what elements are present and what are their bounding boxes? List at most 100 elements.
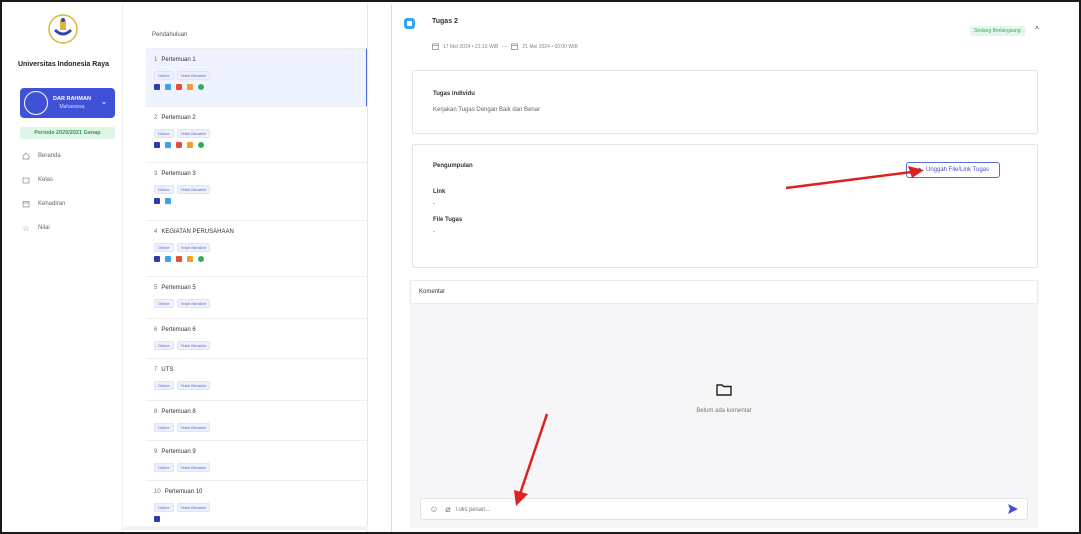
meeting-number: 7: [154, 367, 158, 373]
meeting-item-5[interactable]: 5 Pertemuan 5 Online Telah Berakhir: [146, 276, 367, 318]
sidebar-item-nilai[interactable]: ☆ Nilai: [22, 222, 50, 234]
comment-input-bar: ☺ ⌀: [420, 498, 1028, 520]
chevron-up-icon[interactable]: ^: [1032, 25, 1042, 35]
quiz-icon[interactable]: [176, 256, 182, 262]
file-label: File Tugas: [433, 217, 463, 223]
online-badge: Online: [154, 299, 174, 308]
finished-badge: Telah Berakhir: [176, 341, 211, 350]
assignment-icon[interactable]: [187, 256, 193, 262]
meeting-title: UTS: [161, 367, 174, 373]
period-badge: Periode 2020/2021 Genap: [20, 127, 115, 139]
horizontal-scrollbar[interactable]: [124, 526, 368, 530]
star-icon: ☆: [22, 223, 30, 233]
message-input[interactable]: [455, 503, 975, 516]
meeting-title: Pertemuan 1: [161, 57, 196, 63]
meeting-item-2[interactable]: 2 Pertemuan 2 Online Telah Berakhir: [146, 106, 367, 162]
home-icon: [22, 152, 30, 160]
quiz-icon[interactable]: [176, 142, 182, 148]
quiz-icon[interactable]: [176, 84, 182, 90]
meeting-item-6[interactable]: 6 Pertemuan 6 Online Telah Berakhir: [146, 318, 367, 358]
meeting-number: 6: [154, 327, 158, 333]
finished-badge: Telah Berakhir: [176, 299, 211, 308]
meeting-title: KEGIATAN PERUSAHAAN: [161, 229, 234, 235]
chat-icon[interactable]: [198, 142, 204, 148]
upload-task-button[interactable]: ⬆ Unggah File/Link Tugas: [906, 162, 1000, 178]
finished-badge: Telah Berakhir: [176, 185, 211, 194]
meeting-list-header: Pendahuluan: [152, 32, 188, 38]
online-badge: Online: [154, 463, 174, 472]
meeting-title: Pertemuan 6: [161, 327, 196, 333]
empty-comments-text: Belum ada komentar: [696, 408, 752, 414]
user-menu[interactable]: DAR RAHMAN Mahasiswa ⌄: [20, 88, 115, 118]
upload-icon: ⬆: [916, 167, 922, 174]
sidebar-item-label: Kehadiran: [38, 201, 66, 207]
chat-icon[interactable]: [198, 256, 204, 262]
meeting-number: 5: [154, 285, 158, 291]
calendar-icon: [432, 43, 439, 50]
online-badge: Online: [154, 341, 174, 350]
assignment-icon[interactable]: [187, 142, 193, 148]
meeting-number: 2: [154, 115, 158, 121]
meeting-item-7[interactable]: 7 UTS Online Telah Berakhir: [146, 358, 367, 400]
meeting-item-8[interactable]: 8 Pertemuan 8 Online Telah Berakhir: [146, 400, 367, 440]
upload-button-label: Unggah File/Link Tugas: [925, 167, 990, 173]
sidebar: Universitas Indonesia Raya DAR RAHMAN Ma…: [4, 4, 123, 532]
document-icon[interactable]: [165, 198, 171, 204]
meeting-title: Pertemuan 5: [161, 285, 196, 291]
book-icon[interactable]: [154, 84, 160, 90]
online-badge: Online: [154, 381, 174, 390]
document-icon[interactable]: [165, 142, 171, 148]
user-name: DAR RAHMAN: [53, 96, 91, 102]
sidebar-item-kelas[interactable]: Kelas: [22, 174, 53, 186]
document-icon[interactable]: [165, 256, 171, 262]
meeting-title: Pertemuan 8: [161, 409, 196, 415]
attachment-icon[interactable]: ⌀: [443, 504, 453, 514]
task-end: 21 Mei 2024 • 00:00 WIB: [522, 43, 578, 50]
calendar-icon: [511, 43, 519, 50]
university-name: Universitas Indonesia Raya: [17, 61, 110, 68]
assignment-icon[interactable]: [187, 84, 193, 90]
task-description: Kerjakan Tugas Dengan Baik dan Benar: [433, 107, 541, 113]
meeting-item-3[interactable]: 3 Pertemuan 3 Online Telah Berakhir: [146, 162, 367, 220]
online-badge: Online: [154, 503, 174, 512]
link-label: Link: [433, 189, 446, 195]
emoji-icon[interactable]: ☺: [429, 504, 439, 514]
meeting-item-4[interactable]: 4 KEGIATAN PERUSAHAAN Online Telah Berakh…: [146, 220, 367, 276]
link-value: -: [433, 201, 435, 207]
online-badge: Online: [154, 423, 174, 432]
send-icon[interactable]: [1007, 503, 1019, 515]
chat-icon[interactable]: [198, 84, 204, 90]
task-title: Tugas 2: [432, 18, 458, 25]
sidebar-item-label: Kelas: [38, 177, 54, 183]
sidebar-item-label: Beranda: [38, 153, 61, 159]
comment-header: Komentar: [410, 280, 1038, 304]
book-icon[interactable]: [154, 516, 160, 522]
comment-area: Belum ada komentar ☺ ⌀: [410, 304, 1038, 528]
meeting-item-1[interactable]: 1 Pertemuan 1 Online Telah Berakhir: [146, 48, 367, 106]
user-role: Mahasiswa: [59, 104, 85, 110]
document-icon[interactable]: [165, 84, 171, 90]
sidebar-item-label: Nilai: [38, 225, 50, 231]
avatar: [24, 91, 48, 115]
sidebar-item-kehadiran[interactable]: Kehadiran: [22, 198, 65, 210]
sidebar-item-beranda[interactable]: Beranda: [22, 150, 61, 162]
meeting-item-9[interactable]: 9 Pertemuan 9 Online Telah Berakhir: [146, 440, 367, 480]
folder-icon: [716, 384, 732, 396]
book-icon[interactable]: [154, 198, 160, 204]
calendar-icon: [22, 200, 30, 208]
task-instruction-card: Tugas individu Kerjakan Tugas Dengan Bai…: [412, 70, 1038, 134]
book-icon[interactable]: [154, 142, 160, 148]
meeting-number: 4: [154, 229, 158, 235]
meeting-number: 10: [154, 489, 161, 495]
book-icon[interactable]: [154, 256, 160, 262]
finished-badge: Telah Berakhir: [176, 503, 211, 512]
meeting-list: Pendahuluan 1 Pertemuan 1 Online Telah Be…: [124, 4, 368, 532]
file-value: -: [433, 229, 435, 235]
task-start: 17 Mei 2024 • 21:15 WIB: [443, 43, 499, 50]
online-badge: Online: [154, 129, 174, 138]
finished-badge: Telah Berakhir: [176, 71, 211, 80]
meeting-title: Pertemuan 3: [161, 171, 196, 177]
finished-badge: Telah Berakhir: [176, 243, 211, 252]
meeting-number: 1: [154, 57, 158, 63]
folder-icon: [22, 176, 30, 184]
